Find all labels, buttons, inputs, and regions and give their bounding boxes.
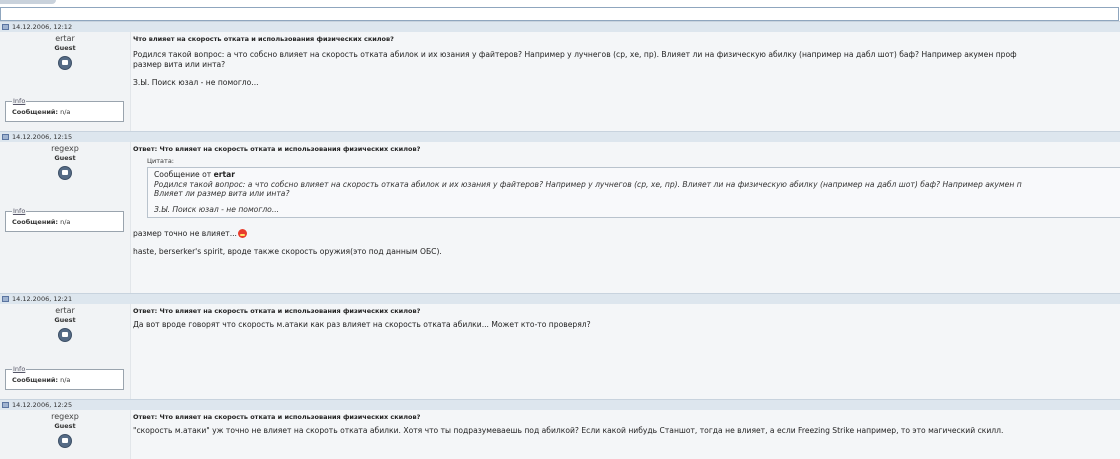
- post-title: Ответ: Что влияет на скорость отката и и…: [133, 413, 421, 421]
- user-messages-count: Сообщений: n/a: [12, 218, 71, 226]
- user-info-box: Info Сообщений: n/a: [5, 97, 124, 122]
- username[interactable]: ertar: [0, 34, 130, 44]
- user-title: Guest: [54, 154, 76, 162]
- post: 14.12.2006, 12:15 regexp Guest Info Сооб…: [0, 131, 1120, 294]
- private-message-icon[interactable]: [58, 328, 72, 342]
- username[interactable]: regexp: [0, 144, 130, 154]
- user-title: Guest: [54, 44, 76, 52]
- user-panel: regexp Guest: [0, 410, 131, 459]
- info-legend[interactable]: Info: [12, 97, 27, 105]
- post-title: Что влияет на скорость отката и использо…: [133, 35, 394, 43]
- top-tab-button[interactable]: [0, 0, 56, 4]
- user-title: Guest: [54, 422, 76, 430]
- user-messages-count: Сообщений: n/a: [12, 376, 71, 384]
- quote-line: [154, 198, 1120, 205]
- post-text-line: "скорость м.атаки" уж точно не влияет на…: [133, 426, 1004, 435]
- post-date: 14.12.2006, 12:12: [12, 23, 73, 31]
- post-body: regexp Guest Ответ: Что влияет на скорос…: [0, 410, 1120, 459]
- post-text-line: Родился такой вопрос: а что собсно влияе…: [133, 50, 1017, 59]
- post-content: Что влияет на скорость отката и использо…: [133, 32, 1120, 88]
- private-message-icon[interactable]: [58, 56, 72, 70]
- post-icon: [2, 134, 9, 140]
- post-content: Ответ: Что влияет на скорость отката и и…: [133, 142, 1120, 257]
- post-date: 14.12.2006, 12:25: [12, 401, 73, 409]
- user-info-box: Info Сообщений: n/a: [5, 365, 124, 390]
- post-body: regexp Guest Info Сообщений: n/a Ответ: …: [0, 142, 1120, 294]
- user-panel: regexp Guest Info Сообщений: n/a: [0, 142, 131, 294]
- post-text-line: размер точно не влияет...: [133, 229, 1120, 239]
- username[interactable]: regexp: [0, 412, 130, 422]
- post-header: 14.12.2006, 12:21: [0, 293, 1120, 304]
- post-content: Ответ: Что влияет на скорость отката и и…: [133, 410, 1120, 436]
- quote-line: Влияет ли размер вита или инта?: [154, 189, 290, 198]
- post-icon: [2, 402, 9, 408]
- post-header: 14.12.2006, 12:12: [0, 21, 1120, 32]
- post-content: Ответ: Что влияет на скорость отката и и…: [133, 304, 1120, 330]
- user-panel: ertar Guest Info Сообщений: n/a: [0, 304, 131, 400]
- post-date: 14.12.2006, 12:15: [12, 133, 73, 141]
- quote-label: Цитата:: [147, 157, 174, 165]
- info-legend[interactable]: Info: [12, 207, 27, 215]
- post: 14.12.2006, 12:12 ertar Guest Info Сообщ…: [0, 21, 1120, 132]
- user-messages-count: Сообщений: n/a: [12, 108, 71, 116]
- post-text-line: размер вита или инта?: [133, 60, 226, 69]
- user-title: Guest: [54, 316, 76, 324]
- quote-author: Сообщение от ertar: [154, 170, 235, 179]
- quote-line: Родился такой вопрос: а что собсно влияе…: [154, 180, 1022, 189]
- info-legend[interactable]: Info: [12, 365, 27, 373]
- post: 14.12.2006, 12:21 ertar Guest Info Сообщ…: [0, 293, 1120, 400]
- post-icon: [2, 24, 9, 30]
- private-message-icon[interactable]: [58, 434, 72, 448]
- post-date: 14.12.2006, 12:21: [12, 295, 73, 303]
- top-search-box[interactable]: [0, 7, 1119, 21]
- post-title: Ответ: Что влияет на скорость отката и и…: [133, 145, 421, 153]
- post-text-line: Да вот вроде говорят что скорость м.атак…: [133, 320, 591, 329]
- smiley-icon: [237, 229, 247, 238]
- user-info-box: Info Сообщений: n/a: [5, 207, 124, 232]
- quote-box: Сообщение от ertar Родился такой вопрос:…: [147, 167, 1120, 218]
- quote-line: З.Ы. Поиск юзал - не помогло...: [154, 205, 280, 214]
- private-message-icon[interactable]: [58, 166, 72, 180]
- post-text-line: З.Ы. Поиск юзал - не помогло...: [133, 78, 259, 87]
- post-body: ertar Guest Info Сообщений: n/a Ответ: Ч…: [0, 304, 1120, 400]
- post-text-line: haste, berserker's spirit, вроде также с…: [133, 247, 442, 256]
- user-panel: ertar Guest Info Сообщений: n/a: [0, 32, 131, 132]
- post-body: ertar Guest Info Сообщений: n/a Что влия…: [0, 32, 1120, 132]
- post-icon: [2, 296, 9, 302]
- post-title: Ответ: Что влияет на скорость отката и и…: [133, 307, 421, 315]
- post-text-line: [133, 70, 1120, 78]
- post-header: 14.12.2006, 12:15: [0, 131, 1120, 142]
- post-header: 14.12.2006, 12:25: [0, 399, 1120, 410]
- username[interactable]: ertar: [0, 306, 130, 316]
- post: 14.12.2006, 12:25 regexp Guest Ответ: Чт…: [0, 399, 1120, 459]
